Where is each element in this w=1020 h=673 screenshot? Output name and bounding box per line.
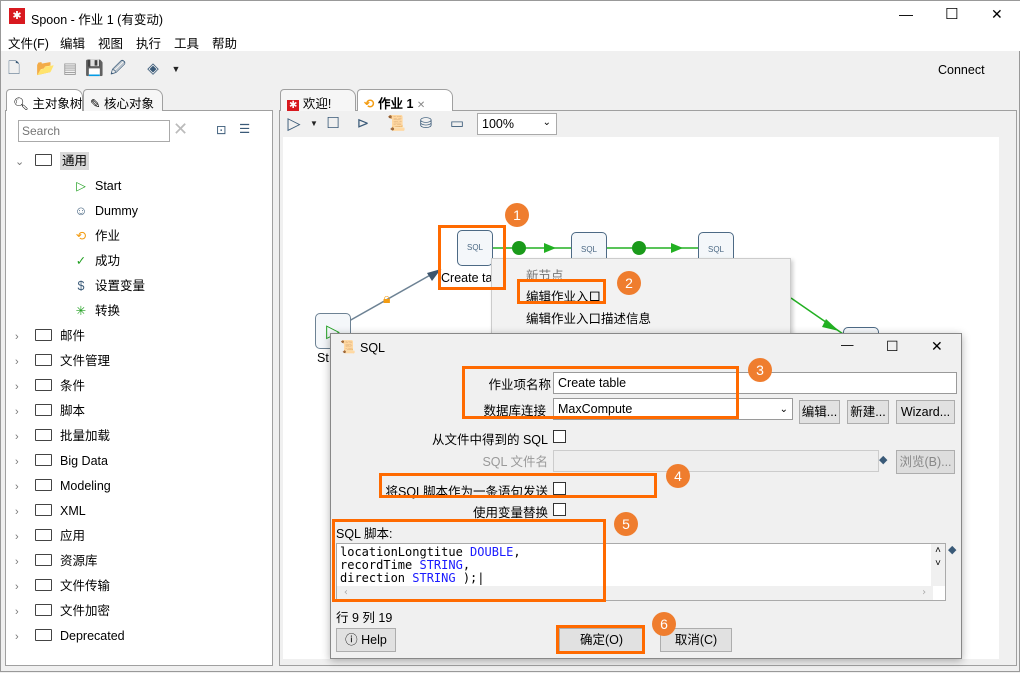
sql-dialog: 📜 SQL — ☐ ✕ 作业项名称 Create table 数据库连接 Max… bbox=[330, 333, 962, 659]
send-single-statement-checkbox[interactable] bbox=[553, 482, 566, 495]
db-connection-label: 数据库连接 bbox=[483, 404, 546, 418]
help-label: Help bbox=[361, 633, 387, 647]
step-badge-3: 3 bbox=[748, 358, 772, 382]
step-badge-2: 2 bbox=[617, 271, 641, 295]
help-button[interactable]: ⓘ Help bbox=[336, 628, 396, 652]
variable-icon: ◆ bbox=[879, 454, 888, 466]
step-badge-1: 1 bbox=[505, 203, 529, 227]
dialog-close-button[interactable]: ✕ bbox=[931, 338, 943, 355]
horizontal-scrollbar[interactable]: ‹ › bbox=[337, 586, 933, 600]
edit-connection-button[interactable]: 编辑... bbox=[799, 400, 840, 424]
sql-file-input bbox=[553, 450, 879, 472]
node-create-table[interactable]: SQL bbox=[457, 230, 493, 266]
hop-start-create[interactable] bbox=[348, 268, 442, 322]
sql-from-file-label: 从文件中得到的 SQL bbox=[432, 433, 548, 447]
db-connection-select[interactable]: MaxCompute ⌄ bbox=[553, 398, 793, 420]
dialog-title: SQL bbox=[360, 341, 386, 355]
chevron-down-icon: ⌄ bbox=[779, 404, 788, 415]
success-check-icon bbox=[512, 241, 526, 255]
step-badge-5: 5 bbox=[614, 512, 638, 536]
success-check-icon bbox=[632, 241, 646, 255]
send-single-statement-label: 将SQL脚本作为一条语句发送 bbox=[385, 485, 548, 499]
wizard-button[interactable]: Wizard... bbox=[896, 400, 955, 424]
menu-header: 新节点 bbox=[526, 269, 564, 283]
variable-substitution-checkbox[interactable] bbox=[553, 503, 566, 516]
sql-script-label: SQL 脚本: bbox=[336, 527, 393, 541]
db-connection-value: MaxCompute bbox=[558, 402, 633, 416]
dialog-minimize-button[interactable]: — bbox=[841, 338, 854, 352]
step-badge-4: 4 bbox=[666, 464, 690, 488]
dialog-maximize-button[interactable]: ☐ bbox=[886, 338, 899, 355]
lock-icon: 🔒︎ bbox=[383, 290, 390, 306]
job-name-label: 作业项名称 bbox=[488, 378, 551, 392]
variable-icon: ◆ bbox=[948, 544, 957, 556]
hop-arrow bbox=[544, 243, 556, 253]
sql-icon: 📜 bbox=[340, 340, 356, 354]
menu-item-edit-entry[interactable]: 编辑作业入口 bbox=[526, 286, 601, 305]
node-label: St bbox=[317, 351, 329, 365]
context-menu: 新节点 编辑作业入口 编辑作业入口描述信息 bbox=[491, 258, 791, 338]
sql-from-file-checkbox[interactable] bbox=[553, 430, 566, 443]
node-label: Create ta bbox=[441, 271, 493, 285]
code-line: direction STRING );| bbox=[340, 571, 485, 585]
browse-button: 浏览(B)... bbox=[896, 450, 955, 474]
ok-button[interactable]: 确定(O) bbox=[559, 628, 644, 652]
hop-arrow bbox=[671, 243, 683, 253]
sql-file-label: SQL 文件名 bbox=[482, 455, 548, 469]
new-connection-button[interactable]: 新建... bbox=[847, 400, 889, 424]
variable-substitution-label: 使用变量替换 bbox=[472, 506, 548, 520]
menu-item-edit-description[interactable]: 编辑作业入口描述信息 bbox=[526, 308, 651, 327]
help-icon: ⓘ bbox=[345, 633, 358, 647]
sql-script-editor[interactable]: locationLongtitue DOUBLE, recordTime STR… bbox=[336, 543, 946, 601]
cursor-position: 行 9 列 19 bbox=[336, 611, 393, 625]
hop-arrow bbox=[427, 269, 441, 281]
vertical-scrollbar[interactable]: ˄ ˅ bbox=[931, 544, 945, 586]
step-badge-6: 6 bbox=[652, 612, 676, 636]
